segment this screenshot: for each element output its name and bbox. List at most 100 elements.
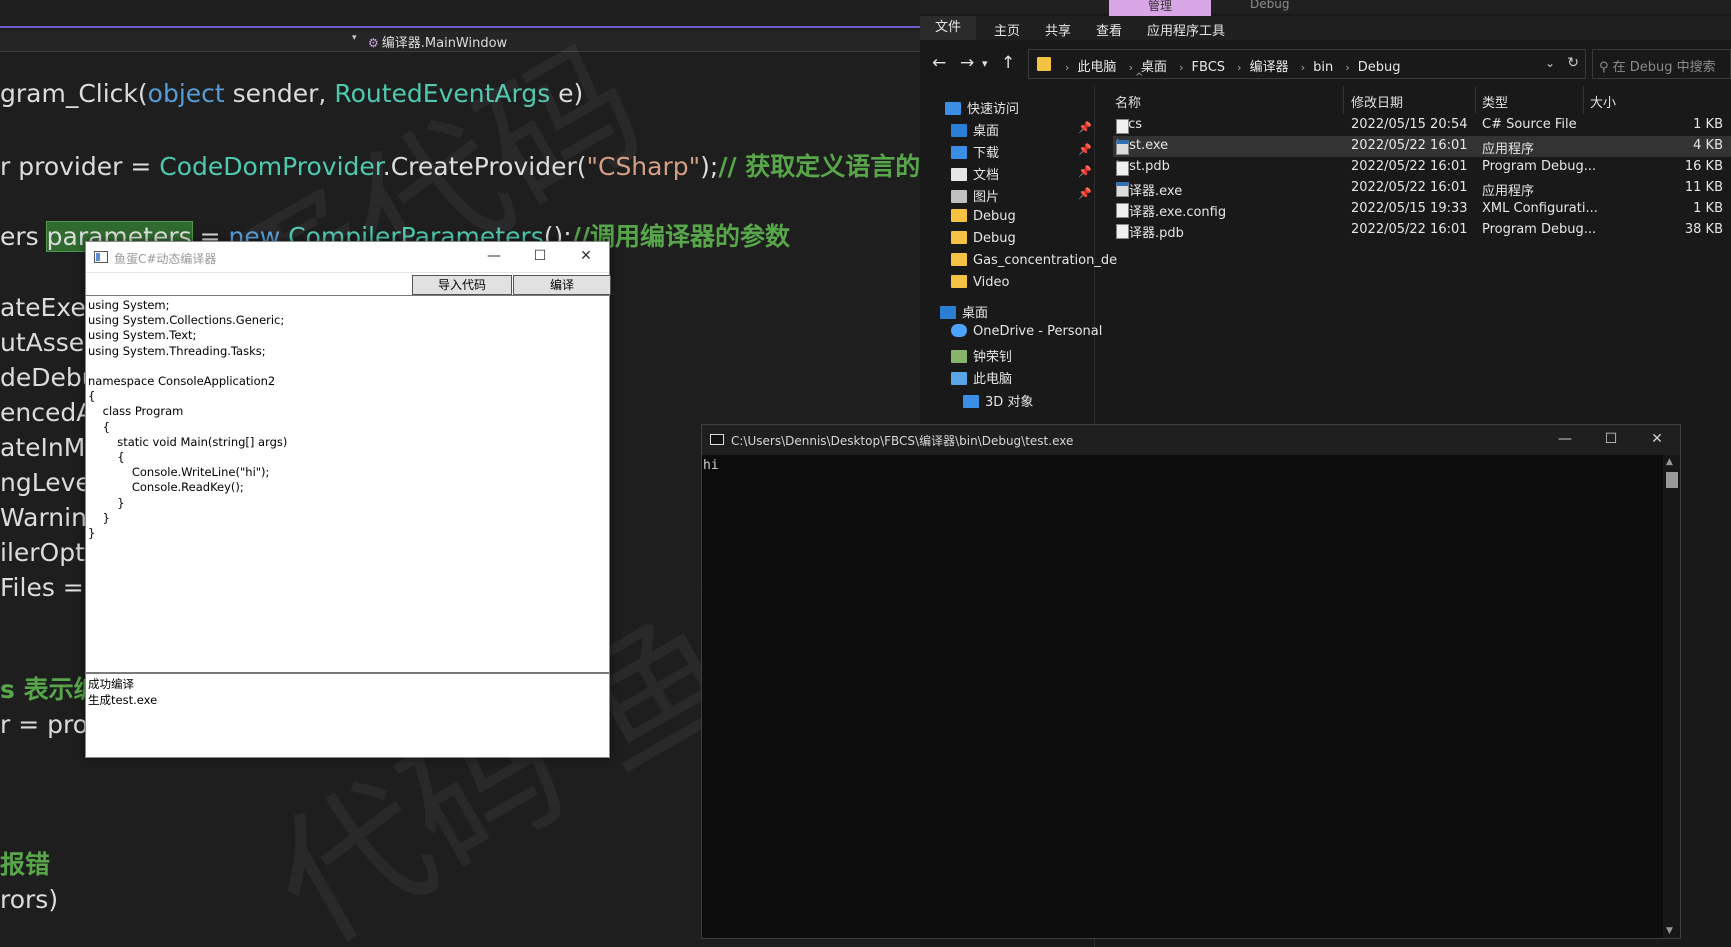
file-row[interactable]: 编译器.exe 2022/05/22 16:01 应用程序 11 KB [1113, 178, 1731, 199]
address-bar[interactable]: › 此电脑 › 桌面 › FBCS › 编译器 › bin › Debug ⌄ ↻ [1028, 49, 1586, 79]
member-dropdown[interactable]: ⚙ 编译器.MainWindow [368, 32, 507, 51]
nav-item[interactable]: 桌面 [940, 302, 988, 321]
nav-item[interactable]: 下载 [951, 142, 999, 161]
file-row[interactable]: 编译器.pdb 2022/05/22 16:01 Program Debug... 3… [1113, 220, 1731, 241]
code-token: RoutedEventArgs [334, 79, 551, 108]
class-icon: ⚙ [368, 36, 379, 50]
breadcrumb-item[interactable]: 桌面 [1141, 60, 1167, 75]
compiler-window[interactable]: 鱼蛋C#动态编译器 — ☐ ✕ 导入代码 编译 using System; us… [85, 241, 611, 758]
source-code-textbox[interactable]: using System; using System.Collections.G… [86, 295, 609, 673]
pin-icon[interactable]: 📌 [1078, 187, 1092, 200]
column-header-type[interactable]: 类型 [1482, 92, 1508, 111]
console-window[interactable]: C:\Users\Dennis\Desktop\FBCS\编译器\bin\Deb… [701, 424, 1681, 939]
column-header-name[interactable]: 名称 [1115, 92, 1141, 111]
code-line: ngLeve [0, 468, 91, 498]
back-arrow-icon[interactable]: ← [932, 53, 946, 73]
breadcrumb-item[interactable]: bin [1313, 60, 1333, 75]
scrollbar-thumb[interactable] [1666, 472, 1678, 488]
pin-icon[interactable]: 📌 [1078, 121, 1092, 134]
star-icon [945, 102, 961, 115]
tab-file[interactable]: 文件 [920, 16, 976, 40]
file-date: 2022/05/22 16:01 [1351, 138, 1468, 153]
close-icon[interactable]: ✕ [1634, 425, 1680, 455]
pin-icon[interactable]: 📌 [1078, 143, 1092, 156]
minimize-icon[interactable]: — [1542, 425, 1588, 455]
file-type: Program Debug... [1482, 159, 1597, 174]
compiler-title-bar[interactable]: 鱼蛋C#动态编译器 — ☐ ✕ [86, 242, 609, 273]
file-row[interactable]: test.exe 2022/05/22 16:01 应用程序 4 KB [1113, 136, 1731, 157]
chevron-down-icon[interactable]: ⌄ [1545, 56, 1555, 70]
folder-icon [951, 209, 967, 222]
nav-item-label: Video [973, 275, 1010, 290]
chevron-right-icon: › [1345, 61, 1350, 74]
nav-item[interactable]: Video [951, 275, 1009, 290]
compile-button[interactable]: 编译 [513, 275, 611, 295]
minimize-icon[interactable]: — [471, 242, 517, 272]
nav-item[interactable]: 3D 对象 [963, 391, 1033, 410]
tab-view[interactable]: 查看 [1096, 20, 1122, 39]
forward-arrow-icon[interactable]: → [960, 53, 974, 73]
tab-app-tools[interactable]: 应用程序工具 [1147, 20, 1225, 39]
app-icon [94, 251, 108, 263]
column-divider[interactable] [1475, 86, 1476, 114]
compile-output-textbox[interactable]: 成功编译 生成test.exe [86, 672, 609, 758]
column-header-date[interactable]: 修改日期 [1351, 92, 1403, 111]
code-token: "CSharp" [586, 152, 701, 181]
nav-item[interactable]: Gas_concentration_de [951, 253, 1117, 268]
import-code-button[interactable]: 导入代码 [412, 275, 512, 295]
file-row[interactable]: 编译器.exe.config 2022/05/15 19:33 XML Config… [1113, 199, 1731, 220]
breadcrumb-item[interactable]: Debug [1358, 60, 1401, 75]
tab-home[interactable]: 主页 [994, 20, 1020, 39]
breadcrumb: › 此电脑 › 桌面 › FBCS › 编译器 › bin › Debug [1057, 56, 1401, 75]
scroll-down-icon[interactable]: ▼ [1666, 926, 1673, 936]
nav-item[interactable]: 图片 [951, 186, 999, 205]
maximize-icon[interactable]: ☐ [517, 242, 563, 272]
nav-item[interactable]: 文档 [951, 164, 999, 183]
tab-share[interactable]: 共享 [1045, 20, 1071, 39]
code-token: 报错 [0, 850, 51, 879]
search-placeholder: 在 Debug 中搜索 [1612, 60, 1716, 75]
code-token: .CreateProvider( [382, 152, 587, 181]
search-icon: ⚲ [1599, 60, 1613, 75]
window-title: 鱼蛋C#动态编译器 [114, 252, 217, 266]
nav-item-label: 此电脑 [973, 372, 1013, 387]
console-title-bar[interactable]: C:\Users\Dennis\Desktop\FBCS\编译器\bin\Deb… [702, 425, 1680, 455]
code-token: CodeDomProvider [159, 152, 383, 181]
column-header-size[interactable]: 大小 [1590, 92, 1616, 111]
file-name: test.pdb [1116, 159, 1170, 176]
document-icon [951, 168, 967, 181]
scroll-up-icon[interactable]: ▲ [1666, 457, 1673, 467]
breadcrumb-item[interactable]: 此电脑 [1077, 60, 1116, 75]
file-row[interactable]: test.pdb 2022/05/22 16:01 Program Debug...… [1113, 157, 1731, 178]
code-token: ); [700, 152, 719, 181]
nav-item[interactable]: Debug [951, 209, 1016, 224]
nav-item[interactable]: 桌面 [951, 120, 999, 139]
chevron-down-icon[interactable]: ▾ [982, 57, 988, 70]
file-icon [1116, 119, 1129, 134]
refresh-icon[interactable]: ↻ [1567, 55, 1579, 71]
code-token: rors) [0, 885, 59, 914]
nav-item-label: 3D 对象 [985, 395, 1034, 410]
search-input[interactable]: ⚲ 在 Debug 中搜索 [1592, 49, 1731, 79]
tab-manage[interactable]: 管理 [1109, 0, 1211, 16]
maximize-icon[interactable]: ☐ [1588, 425, 1634, 455]
file-type: C# Source File [1482, 117, 1577, 132]
up-arrow-icon[interactable]: ↑ [1001, 53, 1015, 73]
chevron-down-icon[interactable]: ▾ [352, 33, 357, 43]
breadcrumb-item[interactable]: 编译器 [1250, 60, 1289, 75]
console-scrollbar[interactable]: ▲ ▼ [1663, 455, 1680, 938]
user-icon [951, 350, 967, 363]
close-icon[interactable]: ✕ [563, 242, 609, 272]
nav-item[interactable]: 此电脑 [951, 368, 1012, 387]
nav-item[interactable]: 快速访问 [945, 98, 1019, 117]
nav-item[interactable]: OneDrive - Personal [951, 324, 1102, 339]
column-divider[interactable] [1583, 86, 1584, 114]
file-date: 2022/05/22 16:01 [1351, 159, 1468, 174]
file-type: 应用程序 [1482, 142, 1535, 157]
file-row[interactable]: a.cs 2022/05/15 20:54 C# Source File 1 KB [1113, 115, 1731, 136]
column-divider[interactable] [1343, 86, 1344, 114]
nav-item[interactable]: 钟荣钊 [951, 346, 1012, 365]
pin-icon[interactable]: 📌 [1078, 165, 1092, 178]
nav-item[interactable]: Debug [951, 231, 1016, 246]
breadcrumb-item[interactable]: FBCS [1192, 60, 1226, 75]
